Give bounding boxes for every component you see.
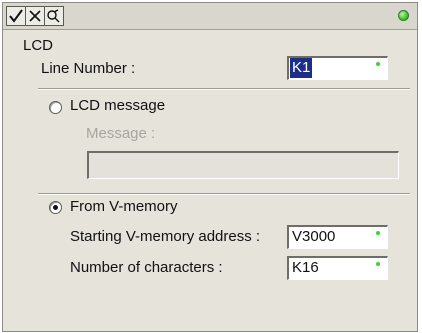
num-chars-label: Number of characters :: [70, 259, 223, 276]
dialog-toolbar: [3, 3, 417, 30]
separator: [38, 193, 410, 195]
message-label: Message :: [86, 125, 156, 142]
num-chars-field[interactable]: K16: [287, 256, 388, 280]
line-number-field[interactable]: K1: [287, 56, 388, 80]
start-address-field[interactable]: V3000: [287, 225, 388, 249]
start-address-label: Starting V-memory address :: [70, 228, 261, 245]
line-number-label: Line Number :: [41, 60, 136, 77]
valid-indicator-icon: [376, 62, 380, 66]
lcd-instruction-dialog: LCD Line Number : K1 LCD message Message…: [2, 2, 418, 332]
separator: [38, 88, 410, 90]
toolbar-buttons: [6, 6, 64, 26]
start-address-value: V3000: [292, 228, 336, 245]
section-title: LCD: [23, 37, 54, 54]
valid-indicator-icon: [376, 231, 380, 235]
help-button[interactable]: [44, 6, 64, 26]
ok-button[interactable]: [6, 6, 26, 26]
valid-indicator-icon: [376, 262, 380, 266]
from-vmemory-label: From V-memory: [70, 198, 178, 215]
cancel-x-icon: [29, 10, 41, 22]
help-icon: [47, 9, 60, 23]
message-field[interactable]: [87, 151, 399, 179]
cancel-button[interactable]: [25, 6, 45, 26]
from-vmemory-radio[interactable]: [49, 201, 62, 214]
status-indicator-icon: [398, 10, 409, 21]
lcd-message-radio[interactable]: [49, 101, 62, 114]
lcd-message-label: LCD message: [70, 97, 166, 114]
num-chars-value: K16: [292, 259, 319, 276]
checkmark-icon: [9, 9, 23, 23]
line-number-value: K1: [290, 58, 313, 78]
